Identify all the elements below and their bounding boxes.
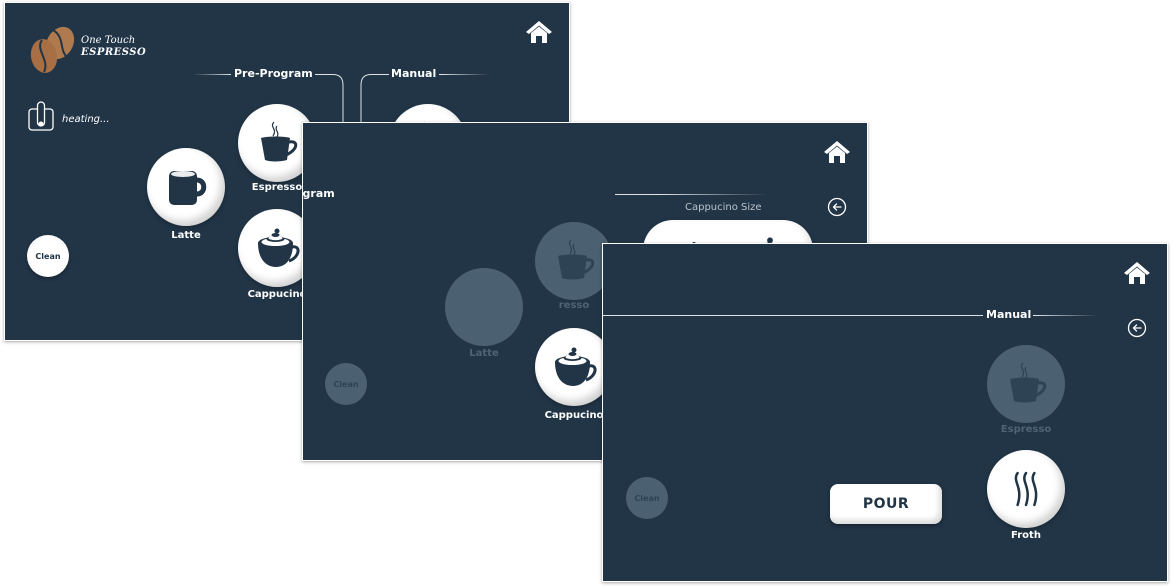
divider-line xyxy=(603,315,983,316)
latte-label: Latte xyxy=(171,230,201,241)
divider-line xyxy=(655,194,769,195)
back-arrow-icon[interactable] xyxy=(1127,318,1147,338)
espresso-cup-icon xyxy=(549,236,599,286)
size-title: Cappucino Size xyxy=(685,202,762,213)
home-icon[interactable] xyxy=(1123,260,1151,286)
dim-espresso-label: Espresso xyxy=(1000,424,1052,435)
froth-label: Froth xyxy=(1011,530,1041,541)
section-title-manual: Manual xyxy=(391,67,437,80)
latte-button[interactable] xyxy=(147,148,225,226)
home-icon[interactable] xyxy=(525,19,553,45)
steam-icon xyxy=(1005,468,1047,510)
divider-line xyxy=(439,74,489,75)
section-title-manual: Manual xyxy=(986,308,1032,321)
selected-froth-button[interactable] xyxy=(987,450,1065,528)
logo-text-line2: ESPRESSO xyxy=(81,47,147,58)
clean-button-disabled: Clean xyxy=(325,363,367,405)
clean-button[interactable]: Clean xyxy=(27,235,69,277)
back-arrow-icon[interactable] xyxy=(827,197,847,217)
section-title-preprogram-partial: ogram xyxy=(302,187,335,200)
cappucino-cup-icon xyxy=(549,342,599,392)
espresso-cup-icon xyxy=(252,118,302,168)
dim-latte-button xyxy=(445,268,523,346)
divider-line xyxy=(1033,315,1097,316)
section-title-preprogram: Pre-Program xyxy=(234,67,313,80)
logo-text-line1: One Touch xyxy=(81,35,136,46)
latte-mug-icon xyxy=(161,162,211,212)
clean-button-disabled: Clean xyxy=(626,477,668,519)
divider-line xyxy=(193,74,231,75)
espresso-cup-icon xyxy=(1001,359,1051,409)
heating-status: heating... xyxy=(62,114,110,125)
pour-button[interactable]: POUR xyxy=(830,484,942,524)
coffee-beans-icon xyxy=(30,26,75,73)
divider-line xyxy=(615,194,655,195)
cappucino-cup-icon xyxy=(252,223,302,273)
home-icon[interactable] xyxy=(823,139,851,165)
screen-froth: Manual Espresso Froth POUR Clean xyxy=(602,243,1168,582)
thermometer-icon xyxy=(28,101,54,131)
dim-espresso-button xyxy=(987,345,1065,423)
dim-latte-label: Latte xyxy=(469,348,499,359)
